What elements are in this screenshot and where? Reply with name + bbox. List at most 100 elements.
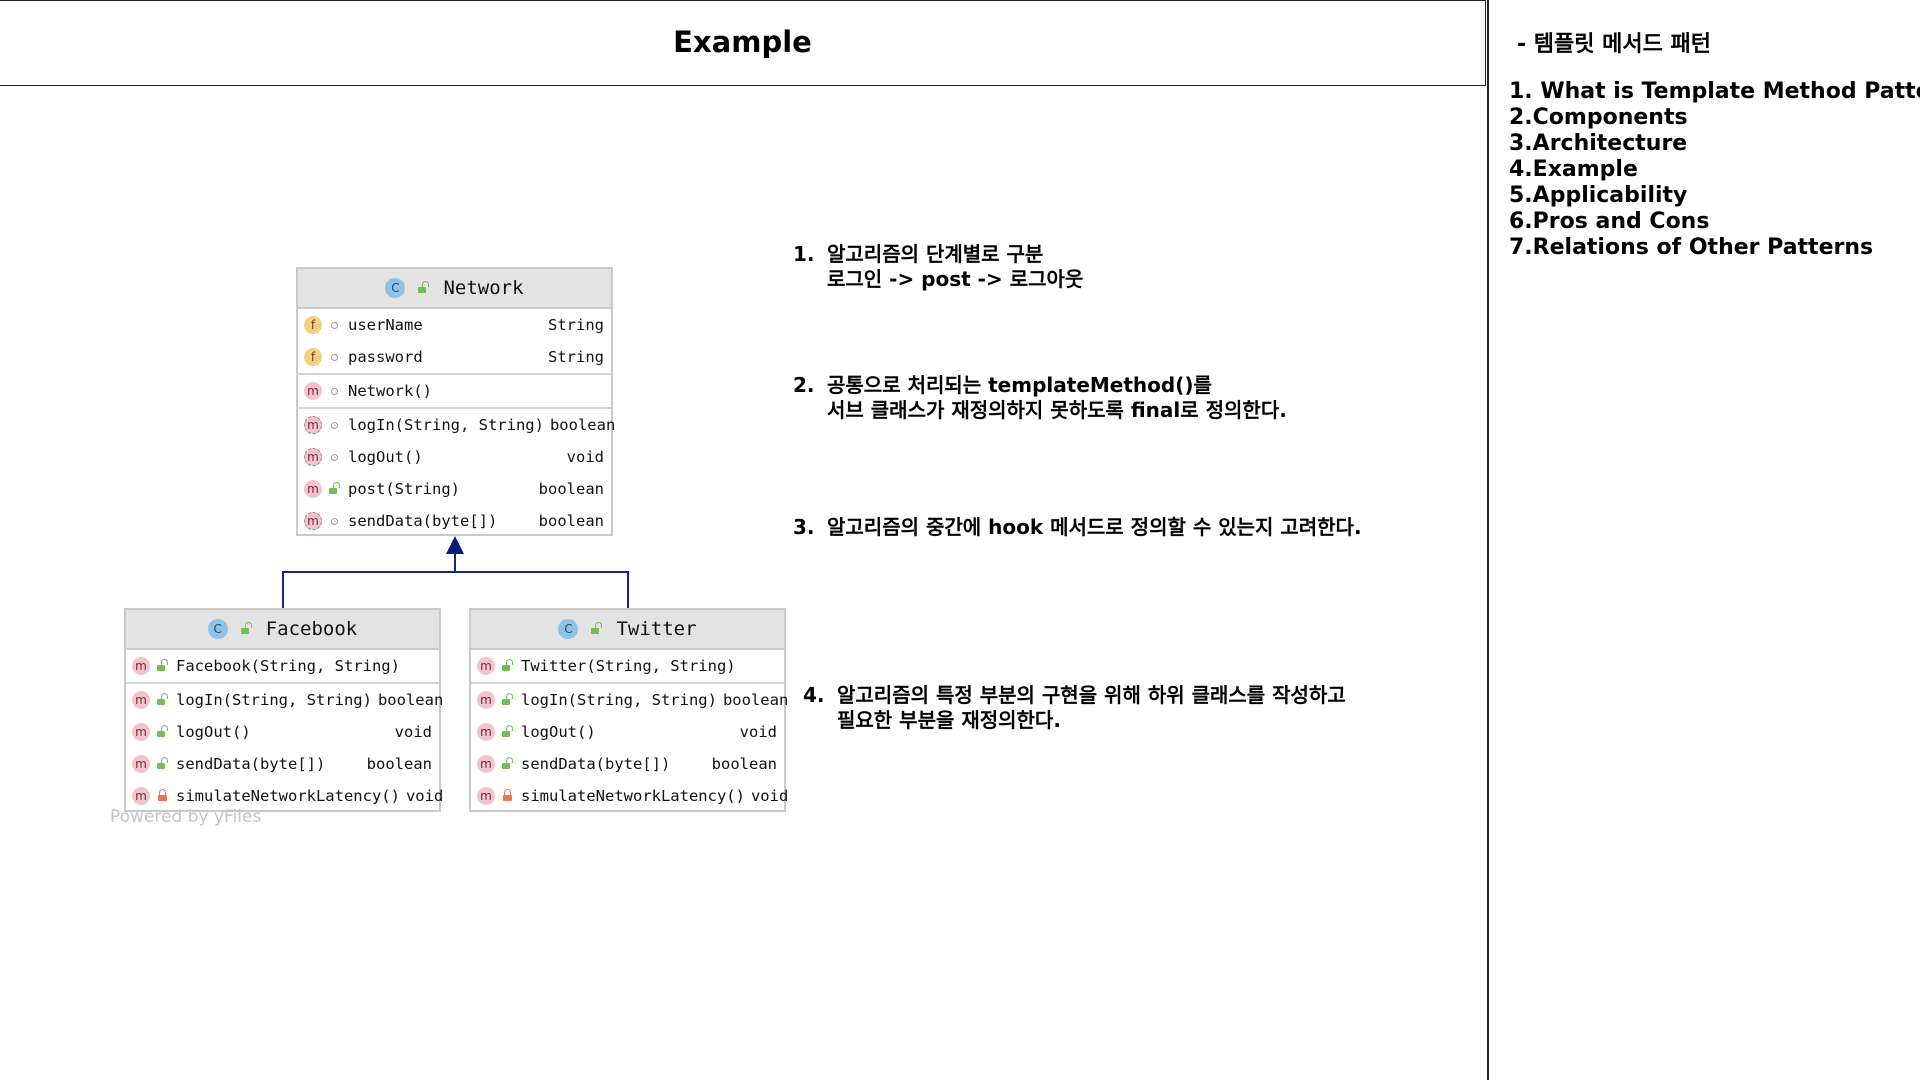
note-line: 알고리즘의 중간에 hook 메서드로 정의할 수 있는지 고려한다.	[827, 515, 1362, 539]
field-row[interactable]: f password String	[298, 341, 611, 373]
note-3: 3. 알고리즘의 중간에 hook 메서드로 정의할 수 있는지 고려한다.	[793, 515, 1362, 540]
note-line: 알고리즘의 특정 부분의 구현을 위해 하위 클래스를 작성하고	[837, 683, 1346, 707]
constructors-section: m Network()	[298, 375, 611, 409]
method-type: void	[739, 723, 777, 741]
toc-item[interactable]: 6.Pros and Cons	[1509, 209, 1920, 235]
class-twitter[interactable]: C Twitter m Twitter(String, String) m lo…	[469, 608, 788, 812]
field-type: String	[548, 316, 604, 334]
method-type: boolean	[538, 512, 604, 530]
note-number: 3.	[793, 515, 815, 539]
method-name: logIn(String, String)	[521, 691, 717, 709]
package-private-icon	[327, 421, 341, 429]
method-row[interactable]: m simulateNetworkLatency() void	[471, 780, 788, 812]
field-icon: f	[304, 348, 322, 366]
method-icon: m	[132, 787, 150, 805]
note-line: 알고리즘의 단계별로 구분	[827, 242, 1044, 266]
constructors-section: m Facebook(String, String)	[126, 650, 439, 684]
method-icon: m	[477, 657, 495, 675]
method-row[interactable]: m logIn(String, String) boolean	[298, 409, 615, 441]
methods-section: m logIn(String, String) boolean m logOut…	[471, 684, 788, 812]
method-type: boolean	[377, 691, 444, 709]
constructor-name: Twitter(String, String)	[521, 657, 736, 675]
method-name: post(String)	[348, 480, 460, 498]
constructor-row[interactable]: m Network()	[298, 375, 611, 407]
method-type: boolean	[711, 755, 777, 773]
method-type: boolean	[538, 480, 604, 498]
method-row[interactable]: m post(String) boolean	[298, 473, 611, 505]
field-type: String	[548, 348, 604, 366]
toc-item[interactable]: 7.Relations of Other Patterns	[1509, 235, 1920, 261]
package-private-icon	[327, 517, 341, 525]
public-icon	[155, 724, 169, 737]
public-icon	[416, 280, 430, 293]
method-row[interactable]: m logIn(String, String) boolean	[126, 684, 443, 716]
class-icon: C	[385, 278, 406, 298]
class-network[interactable]: C Network f userName String f password S…	[296, 267, 615, 537]
constructor-row[interactable]: m Facebook(String, String)	[126, 650, 439, 682]
toc-item[interactable]: 2.Components	[1509, 105, 1920, 131]
note-number: 4.	[803, 683, 825, 707]
package-private-icon	[327, 453, 341, 461]
note-2: 2. 공통으로 처리되는 templateMethod()를 서브 클래스가 재정…	[793, 373, 1287, 423]
method-row[interactable]: m sendData(byte[]) boolean	[298, 505, 611, 537]
toc-item[interactable]: 5.Applicability	[1509, 183, 1920, 209]
method-row[interactable]: m logIn(String, String) boolean	[471, 684, 788, 716]
public-icon	[327, 481, 341, 494]
field-name: userName	[348, 316, 423, 334]
methods-section: m logIn(String, String) boolean m logOut…	[126, 684, 443, 812]
method-type: boolean	[722, 691, 789, 709]
private-lock-icon	[155, 788, 169, 801]
method-name: simulateNetworkLatency()	[521, 787, 745, 805]
class-header: C Twitter	[471, 610, 784, 650]
method-name: sendData(byte[])	[176, 755, 326, 773]
toc-item[interactable]: 3.Architecture	[1509, 131, 1920, 157]
method-icon: m	[304, 480, 322, 498]
method-name: sendData(byte[])	[521, 755, 671, 773]
class-facebook[interactable]: C Facebook m Facebook(String, String) m …	[124, 608, 443, 812]
class-header: C Facebook	[126, 610, 439, 650]
private-lock-icon	[500, 788, 514, 801]
method-row[interactable]: m logOut() void	[471, 716, 784, 748]
method-icon: m	[477, 787, 495, 805]
class-name: Twitter	[616, 618, 697, 640]
toc-item[interactable]: 4.Example	[1509, 157, 1920, 183]
method-row[interactable]: m logOut() void	[298, 441, 611, 473]
method-name: sendData(byte[])	[348, 512, 498, 530]
methods-section: m logIn(String, String) boolean m logOut…	[298, 409, 615, 537]
toc-item[interactable]: 1. What is Template Method Pattern	[1509, 79, 1920, 105]
constructor-row[interactable]: m Twitter(String, String)	[471, 650, 784, 682]
method-name: logOut()	[521, 723, 596, 741]
method-row[interactable]: m logOut() void	[126, 716, 439, 748]
note-number: 2.	[793, 373, 815, 397]
public-icon	[155, 692, 169, 705]
public-icon	[155, 756, 169, 769]
note-line: 공통으로 처리되는 templateMethod()를	[827, 373, 1212, 397]
class-header: C Network	[298, 269, 611, 309]
package-private-icon	[327, 353, 341, 361]
method-icon: m	[477, 755, 495, 773]
note-line: 필요한 부분을 재정의한다.	[837, 708, 1061, 732]
field-row[interactable]: f userName String	[298, 309, 611, 341]
method-type: void	[566, 448, 604, 466]
method-icon: m	[132, 723, 150, 741]
constructor-name: Facebook(String, String)	[176, 657, 400, 675]
method-type: boolean	[549, 416, 616, 434]
method-row[interactable]: m sendData(byte[]) boolean	[126, 748, 439, 780]
method-icon: m	[132, 657, 150, 675]
inheritance-connector	[282, 536, 629, 608]
class-name: Facebook	[265, 618, 358, 640]
inheritance-arrow-icon	[446, 536, 464, 554]
class-icon: C	[207, 619, 228, 639]
public-icon	[239, 621, 253, 634]
public-icon	[500, 692, 514, 705]
fields-section: f userName String f password String	[298, 309, 611, 375]
yfiles-watermark: Powered by yFiles	[110, 807, 262, 827]
package-private-icon	[327, 387, 341, 395]
method-type: void	[405, 787, 444, 805]
abstract-method-icon: m	[304, 416, 322, 434]
method-icon: m	[132, 691, 150, 709]
public-icon	[500, 724, 514, 737]
public-icon	[500, 658, 514, 671]
method-type: boolean	[366, 755, 432, 773]
method-row[interactable]: m sendData(byte[]) boolean	[471, 748, 784, 780]
